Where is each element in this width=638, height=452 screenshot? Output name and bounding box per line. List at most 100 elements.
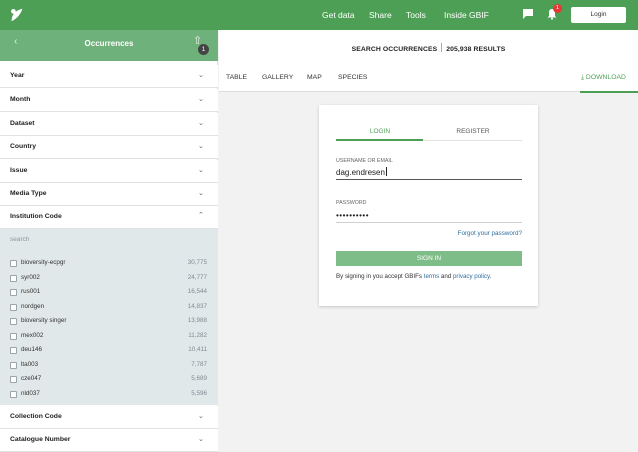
institution-checkbox[interactable] — [10, 274, 17, 282]
nav-get-data[interactable]: Get data — [322, 0, 355, 30]
facet-label: Issue — [10, 167, 28, 174]
institution-row[interactable]: bioversity singer 13,988 — [0, 315, 218, 329]
main-content: SEARCH OCCURRENCES 205,938 RESULTS TABLE … — [219, 30, 638, 451]
terms-notice: By signing in you accept GBIFs terms and… — [336, 273, 491, 280]
download-tab-underline — [580, 91, 638, 93]
institution-checkbox[interactable] — [10, 390, 17, 398]
facet-dataset[interactable]: Dataset ⌄ — [0, 113, 218, 136]
institution-count: 10,411 — [188, 346, 207, 353]
institution-row[interactable]: cze047 5,689 — [0, 373, 218, 387]
tab-table[interactable]: TABLE — [226, 74, 247, 81]
nav-inside-gbif[interactable]: Inside GBIF — [444, 0, 489, 30]
institution-checkbox[interactable] — [10, 318, 17, 325]
download-label: DOWNLOAD — [585, 74, 626, 81]
tab-register[interactable]: REGISTER — [429, 128, 517, 135]
search-label: SEARCH OCCURRENCES — [351, 46, 438, 53]
facet-institution-code[interactable]: Institution Code ⌃ — [0, 206, 218, 229]
facet-year[interactable]: Year ⌄ — [0, 65, 218, 88]
privacy-policy-link[interactable]: privacy policy — [453, 273, 490, 280]
chevron-down-icon: ⌄ — [198, 96, 204, 103]
tab-map[interactable]: MAP — [307, 74, 322, 81]
download-tab[interactable]: ⤓ DOWNLOAD — [581, 74, 638, 82]
institution-name: bioversity singer — [21, 317, 67, 324]
username-field[interactable]: dag.endresen — [336, 166, 522, 180]
text-cursor — [385, 167, 387, 176]
tab-species[interactable]: SPECIES — [338, 74, 367, 81]
terms-and: and — [440, 273, 452, 280]
nav-share[interactable]: Share — [369, 0, 392, 30]
institution-row[interactable]: deu146 10,411 — [0, 344, 218, 358]
terms-prefix: By signing in you accept GBIFs — [336, 273, 422, 280]
gbif-logo-icon[interactable] — [8, 6, 26, 24]
institution-name: nld037 — [21, 389, 40, 397]
chat-icon[interactable] — [522, 8, 534, 20]
results-header: SEARCH OCCURRENCES 205,938 RESULTS TABLE … — [219, 30, 638, 93]
institution-row[interactable]: bioversity-ecpgr 30,775 — [0, 257, 218, 271]
facet-country[interactable]: Country ⌄ — [0, 136, 218, 159]
institution-row[interactable]: mex002 11,282 — [0, 330, 218, 344]
institution-checkbox[interactable] — [10, 303, 17, 311]
institution-row[interactable]: nld037 5,596 — [0, 388, 218, 402]
chevron-down-icon: ⌄ — [198, 143, 204, 150]
sidebar-title: Occurrences — [84, 39, 134, 48]
tab-login[interactable]: LOGIN — [336, 128, 424, 135]
notification-badge: 1 — [553, 4, 562, 13]
facet-media-type[interactable]: Media Type ⌄ — [0, 183, 218, 206]
institution-count: 16,544 — [187, 288, 207, 295]
facet-label: Dataset — [10, 120, 35, 127]
institution-code-panel: search bioversity-ecpgr 30,775 syr002 24,77… — [0, 229, 218, 405]
institution-count: 14,837 — [187, 302, 207, 310]
login-tab-underline — [336, 139, 423, 141]
institution-count: 11,282 — [188, 331, 207, 339]
chevron-down-icon: ⌄ — [198, 167, 204, 174]
institution-name: rus001 — [21, 288, 41, 295]
facet-label: Collection Code — [10, 413, 62, 420]
chevron-down-icon: ⌄ — [198, 436, 204, 443]
institution-checkbox[interactable] — [10, 347, 17, 354]
password-field[interactable]: •••••••••• — [336, 209, 522, 223]
sign-in-button[interactable]: SIGN IN — [336, 251, 522, 266]
institution-search-input[interactable]: search — [10, 236, 30, 243]
terms-suffix: . — [489, 273, 492, 280]
chevron-up-icon: ⌃ — [198, 212, 204, 219]
institution-checkbox[interactable] — [10, 332, 17, 340]
facet-month[interactable]: Month ⌄ — [0, 89, 218, 112]
terms-link[interactable]: terms — [424, 273, 439, 280]
download-icon: ⤓ — [581, 74, 585, 81]
institution-name: syr002 — [21, 273, 40, 281]
facet-label: Media Type — [10, 190, 47, 197]
institution-row[interactable]: nordgen 14,837 — [0, 301, 218, 315]
filter-sidebar: ‹ Occurrences ⇧ 1 Year ⌄ Month ⌄ Dataset… — [0, 30, 218, 452]
institution-count: 24,777 — [187, 273, 207, 281]
facet-issue[interactable]: Issue ⌄ — [0, 160, 218, 183]
institution-checkbox[interactable] — [10, 289, 17, 296]
institution-name: nordgen — [21, 302, 45, 310]
institution-count: 30,775 — [187, 259, 207, 266]
institution-count: 5,596 — [191, 389, 207, 397]
facet-label: Month — [10, 96, 31, 103]
separator — [441, 43, 443, 52]
facet-label: Catalogue Number — [10, 436, 71, 443]
institution-name: mex002 — [21, 331, 44, 339]
facet-catalogue-number[interactable]: Catalogue Number ⌄ — [0, 429, 218, 452]
login-button[interactable]: Login — [571, 7, 626, 23]
nav-tools[interactable]: Tools — [406, 0, 426, 30]
username-label: USERNAME OR EMAIL — [336, 158, 393, 164]
forgot-password-link[interactable]: Forgot your password? — [336, 230, 522, 237]
institution-checkbox[interactable] — [10, 376, 17, 383]
facet-label: Year — [10, 72, 25, 79]
tab-gallery[interactable]: GALLERY — [262, 74, 293, 81]
institution-checkbox[interactable] — [10, 361, 17, 369]
facet-label: Country — [10, 143, 37, 150]
top-navigation-bar: Get data Share Tools Inside GBIF 1 Login — [0, 0, 638, 30]
institution-checkbox[interactable] — [10, 260, 17, 267]
institution-name: cze047 — [21, 375, 42, 382]
search-summary: SEARCH OCCURRENCES 205,938 RESULTS — [219, 43, 638, 53]
institution-row[interactable]: syr002 24,777 — [0, 272, 218, 286]
facet-collection-code[interactable]: Collection Code ⌄ — [0, 406, 218, 429]
institution-row[interactable]: lta003 7,787 — [0, 359, 218, 373]
institution-row[interactable]: rus001 16,544 — [0, 286, 218, 300]
chevron-down-icon: ⌄ — [198, 190, 204, 197]
chevron-down-icon: ⌄ — [198, 120, 204, 127]
institution-name: lta003 — [21, 360, 39, 368]
